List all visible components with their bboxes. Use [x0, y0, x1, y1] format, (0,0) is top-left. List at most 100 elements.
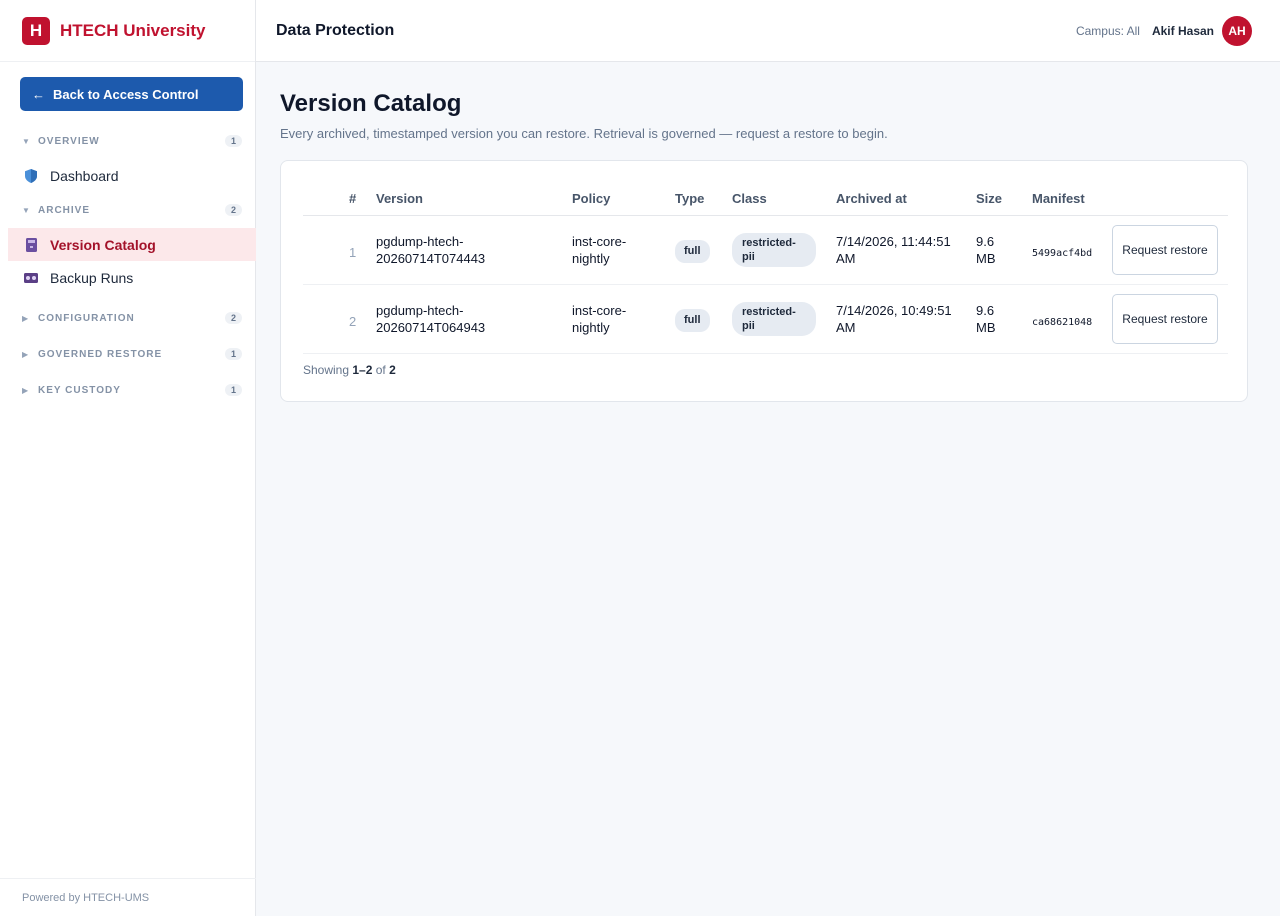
- page-title: Version Catalog: [280, 90, 462, 117]
- caret-right-icon: ▶: [22, 313, 29, 323]
- sidebar-item-label: Version Catalog: [50, 236, 156, 253]
- user-name[interactable]: Akif Hasan: [1152, 24, 1214, 38]
- class-badge: restricted- pii: [732, 302, 816, 336]
- sidebar-item-label: Dashboard: [50, 167, 119, 184]
- table-row: 1 pgdump-htech- 20260714T074443 inst-cor…: [303, 216, 1228, 285]
- column-header-manifest: Manifest: [1032, 191, 1085, 206]
- page-subtitle: Every archived, timestamped version you …: [280, 126, 888, 141]
- class-cell: restricted- pii: [732, 302, 816, 336]
- sidebar-item-backup-runs[interactable]: Backup Runs: [0, 261, 256, 294]
- section-title: ARCHIVE: [38, 204, 91, 216]
- section-archive[interactable]: ▼ ARCHIVE 2: [0, 192, 256, 228]
- table-row: 2 pgdump-htech- 20260714T064943 inst-cor…: [303, 285, 1228, 354]
- version-name-line: pgdump-htech-: [376, 234, 464, 249]
- sidebar-item-label: Backup Runs: [50, 269, 134, 286]
- row-number: 2: [349, 314, 357, 329]
- main-content: Version Catalog Every archived, timestam…: [280, 90, 1248, 402]
- section-key-custody[interactable]: ▶ KEY CUSTODY 1: [0, 372, 256, 408]
- size-line: 9.6: [976, 303, 995, 318]
- version-catalog-card: # Version Policy Type Class Archived at …: [280, 160, 1248, 402]
- back-button-label: Back to Access Control: [53, 86, 199, 102]
- size: 9.6 MB: [976, 302, 996, 336]
- header-title: Data Protection: [276, 21, 395, 39]
- version-name-line: 20260714T074443: [376, 251, 486, 266]
- type-badge: full: [675, 309, 710, 332]
- section-title: GOVERNED RESTORE: [38, 348, 163, 360]
- type-badge: full: [675, 240, 710, 263]
- section-title: OVERVIEW: [38, 135, 100, 147]
- section-count: 2: [224, 312, 242, 324]
- brand[interactable]: H HTECH University: [0, 0, 255, 62]
- column-header-policy: Policy: [572, 191, 611, 206]
- version-name: pgdump-htech- 20260714T064943: [376, 302, 485, 336]
- caret-right-icon: ▶: [22, 385, 29, 395]
- manifest-hash: 5499acf4bd: [1032, 248, 1093, 259]
- version-name: pgdump-htech- 20260714T074443: [376, 233, 485, 267]
- section-title: CONFIGURATION: [38, 312, 135, 324]
- section-governed-restore[interactable]: ▶ GOVERNED RESTORE 1: [0, 336, 256, 372]
- caret-right-icon: ▶: [22, 349, 29, 359]
- policy-name-line: nightly: [572, 251, 610, 266]
- type-cell: full: [675, 240, 710, 263]
- policy-name-line: inst-core-: [572, 303, 627, 318]
- section-count: 2: [224, 204, 242, 216]
- size-line: MB: [976, 320, 996, 335]
- policy-name: inst-core- nightly: [572, 233, 626, 267]
- size: 9.6 MB: [976, 233, 996, 267]
- row-number: 1: [349, 245, 357, 260]
- showing-prefix: Showing: [303, 363, 350, 377]
- class-cell: restricted- pii: [732, 233, 816, 267]
- class-badge-line: restricted-: [742, 306, 796, 318]
- size-line: 9.6: [976, 234, 995, 249]
- version-name-line: 20260714T064943: [376, 320, 486, 335]
- section-count: 1: [224, 348, 242, 360]
- tape-icon: [24, 271, 38, 285]
- request-restore-button[interactable]: Request restore: [1112, 294, 1218, 344]
- class-badge-line: pii: [742, 251, 755, 263]
- archive-icon: [24, 237, 38, 252]
- sidebar-footer: Powered by HTECH-UMS: [0, 878, 256, 916]
- request-restore-button[interactable]: Request restore: [1112, 225, 1218, 275]
- top-bar: Data Protection Campus: All Akif Hasan A…: [256, 0, 1280, 62]
- campus-selector[interactable]: Campus: All: [1076, 24, 1140, 38]
- manifest-hash: ca68621048: [1032, 317, 1093, 328]
- column-header-archived-at: Archived at: [836, 191, 907, 206]
- pagination-summary: Showing 1–2 of 2: [303, 363, 396, 377]
- showing-total: 2: [389, 363, 396, 377]
- policy-name-line: inst-core-: [572, 234, 627, 249]
- policy-name-line: nightly: [572, 320, 610, 335]
- back-to-access-control-button[interactable]: ← Back to Access Control: [20, 77, 243, 111]
- column-header-class: Class: [732, 191, 767, 206]
- showing-of: of: [375, 363, 386, 377]
- archived-at-line: AM: [836, 251, 856, 266]
- section-configuration[interactable]: ▶ CONFIGURATION 2: [0, 300, 256, 336]
- size-line: MB: [976, 251, 996, 266]
- class-badge-line: restricted-: [742, 237, 796, 249]
- archived-at: 7/14/2026, 11:44:51 AM: [836, 233, 951, 267]
- caret-down-icon: ▼: [22, 205, 30, 215]
- archived-at-line: AM: [836, 320, 856, 335]
- showing-range: 1–2: [352, 363, 373, 377]
- version-name-line: pgdump-htech-: [376, 303, 464, 318]
- brand-name: HTECH University: [60, 20, 206, 40]
- section-count: 1: [224, 384, 242, 396]
- class-badge: restricted- pii: [732, 233, 816, 267]
- class-badge-line: pii: [742, 320, 755, 332]
- archived-at-line: 7/14/2026, 11:44:51: [836, 234, 951, 249]
- section-overview[interactable]: ▼ OVERVIEW 1: [0, 123, 256, 159]
- sidebar-item-dashboard[interactable]: Dashboard: [0, 159, 256, 192]
- column-header-size: Size: [976, 191, 1003, 206]
- section-count: 1: [224, 135, 242, 147]
- column-header-type: Type: [675, 191, 705, 206]
- column-header-num: #: [349, 191, 357, 206]
- table-header: # Version Policy Type Class Archived at …: [303, 183, 1228, 216]
- sidebar-item-version-catalog[interactable]: Version Catalog: [8, 228, 256, 261]
- version-table: # Version Policy Type Class Archived at …: [303, 183, 1228, 354]
- arrow-left-icon: ←: [32, 86, 45, 102]
- section-title: KEY CUSTODY: [38, 384, 121, 396]
- column-header-version: Version: [376, 191, 423, 206]
- avatar[interactable]: AH: [1222, 15, 1252, 46]
- type-cell: full: [675, 309, 710, 332]
- archived-at-line: 7/14/2026, 10:49:51: [836, 303, 952, 318]
- shield-icon: [24, 168, 38, 183]
